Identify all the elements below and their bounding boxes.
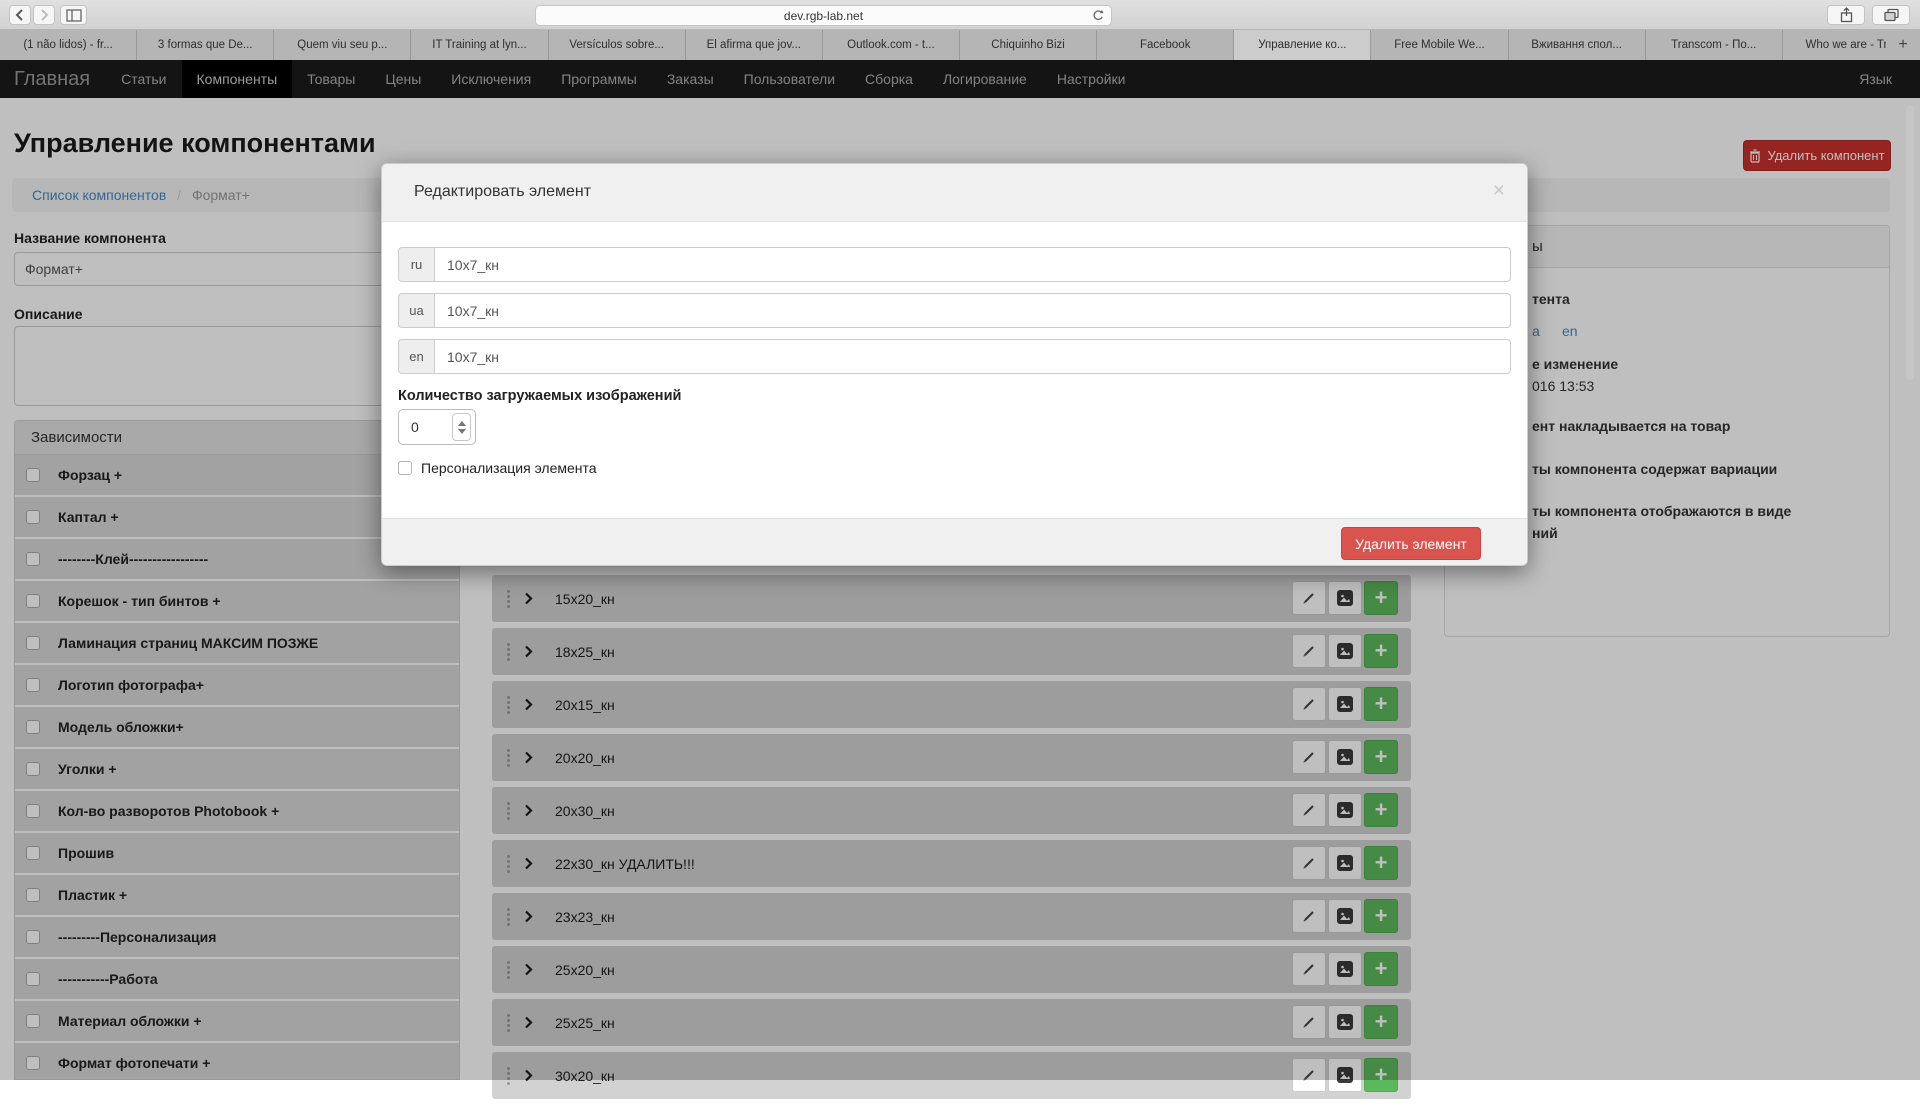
tab-title: Вживання спол... xyxy=(1531,39,1622,51)
language-field-group: ua xyxy=(398,293,1511,328)
browser-tab[interactable]: El afirma que jov... xyxy=(686,30,823,60)
element-name-input[interactable] xyxy=(434,247,1511,282)
element-name-input[interactable] xyxy=(434,339,1511,374)
tab-title: Chiquinho Bizi xyxy=(991,39,1065,51)
forward-chevron-icon xyxy=(39,8,49,22)
address-bar[interactable]: dev.rgb-lab.net xyxy=(535,5,1112,26)
language-field-group: ru xyxy=(398,247,1511,282)
share-icon xyxy=(1840,7,1853,23)
browser-tab[interactable]: Facebook xyxy=(1097,30,1234,60)
plus-icon: + xyxy=(1898,36,1907,54)
back-chevron-icon xyxy=(15,8,25,22)
browser-tab[interactable]: Versículos sobre... xyxy=(549,30,686,60)
tab-title: (1 não lidos) - fr... xyxy=(23,39,112,51)
personalization-option[interactable]: Персонализация элемента xyxy=(398,460,597,476)
tab-title: Transcom - По... xyxy=(1671,39,1756,51)
browser-tab[interactable]: 3 formas que De... xyxy=(137,30,274,60)
tab-title: Quem viu seu p... xyxy=(297,39,387,51)
qty-images-input[interactable]: 0 xyxy=(398,409,476,445)
close-icon[interactable]: × xyxy=(1493,179,1505,203)
reload-icon[interactable] xyxy=(1090,8,1105,23)
browser-tab[interactable]: Free Mobile We... xyxy=(1371,30,1508,60)
tab-title: El afirma que jov... xyxy=(707,39,801,51)
share-button[interactable] xyxy=(1827,5,1865,25)
personalization-label: Персонализация элемента xyxy=(421,460,597,476)
browser-tab[interactable]: Вживання спол... xyxy=(1509,30,1646,60)
language-code-addon: ua xyxy=(398,293,434,328)
tabs-overview-icon xyxy=(1884,8,1899,22)
tab-title: Управление ко... xyxy=(1258,39,1346,51)
number-stepper[interactable] xyxy=(452,413,471,441)
browser-tab[interactable]: Outlook.com - t... xyxy=(823,30,960,60)
personalization-checkbox[interactable] xyxy=(398,461,412,475)
tabs-overview-button[interactable] xyxy=(1872,5,1910,25)
browser-tab[interactable]: Chiquinho Bizi xyxy=(960,30,1097,60)
qty-images-label: Количество загружаемых изображений xyxy=(398,388,681,404)
sidebar-icon xyxy=(66,9,82,22)
element-name-input[interactable] xyxy=(434,293,1511,328)
language-field-group: en xyxy=(398,339,1511,374)
browser-tab[interactable]: Quem viu seu p... xyxy=(274,30,411,60)
tab-title: Outlook.com - t... xyxy=(847,39,935,51)
modal-footer: Удалить элемент xyxy=(382,518,1527,566)
modal-title: Редактировать элемент xyxy=(414,183,591,201)
new-tab-button[interactable]: + xyxy=(1886,30,1920,60)
delete-element-button[interactable]: Удалить элемент xyxy=(1341,527,1481,560)
language-code-addon: ru xyxy=(398,247,434,282)
browser-tab[interactable]: (1 não lidos) - fr... xyxy=(0,30,137,60)
stepper-down-icon[interactable] xyxy=(458,429,466,434)
language-code-addon: en xyxy=(398,339,434,374)
tab-title: 3 formas que De... xyxy=(158,39,253,51)
qty-images-value: 0 xyxy=(399,419,452,435)
tab-bar: (1 não lidos) - fr... 3 formas que De...… xyxy=(0,30,1920,60)
tab-title: Facebook xyxy=(1140,39,1191,51)
browser-toolbar: dev.rgb-lab.net xyxy=(0,0,1920,30)
url-text: dev.rgb-lab.net xyxy=(784,9,863,23)
tab-title: Versículos sobre... xyxy=(569,39,664,51)
sidebar-toggle-button[interactable] xyxy=(60,5,87,25)
tab-title: IT Training at lyn... xyxy=(432,39,526,51)
page-scrollbar-thumb[interactable] xyxy=(1906,105,1914,380)
browser-tab[interactable]: Transcom - По... xyxy=(1646,30,1783,60)
tab-title: Free Mobile We... xyxy=(1394,39,1485,51)
browser-tab[interactable]: IT Training at lyn... xyxy=(411,30,548,60)
forward-button[interactable] xyxy=(33,5,55,25)
delete-element-label: Удалить элемент xyxy=(1355,536,1467,552)
modal-header: Редактировать элемент × xyxy=(382,164,1527,222)
stepper-up-icon[interactable] xyxy=(458,421,466,426)
edit-element-modal: Редактировать элемент × ru ua en Количес… xyxy=(381,163,1528,566)
tab-title: Who we are - Tr... xyxy=(1806,39,1897,51)
back-button[interactable] xyxy=(9,5,31,25)
browser-tab[interactable]: Управление ко... xyxy=(1234,30,1371,60)
